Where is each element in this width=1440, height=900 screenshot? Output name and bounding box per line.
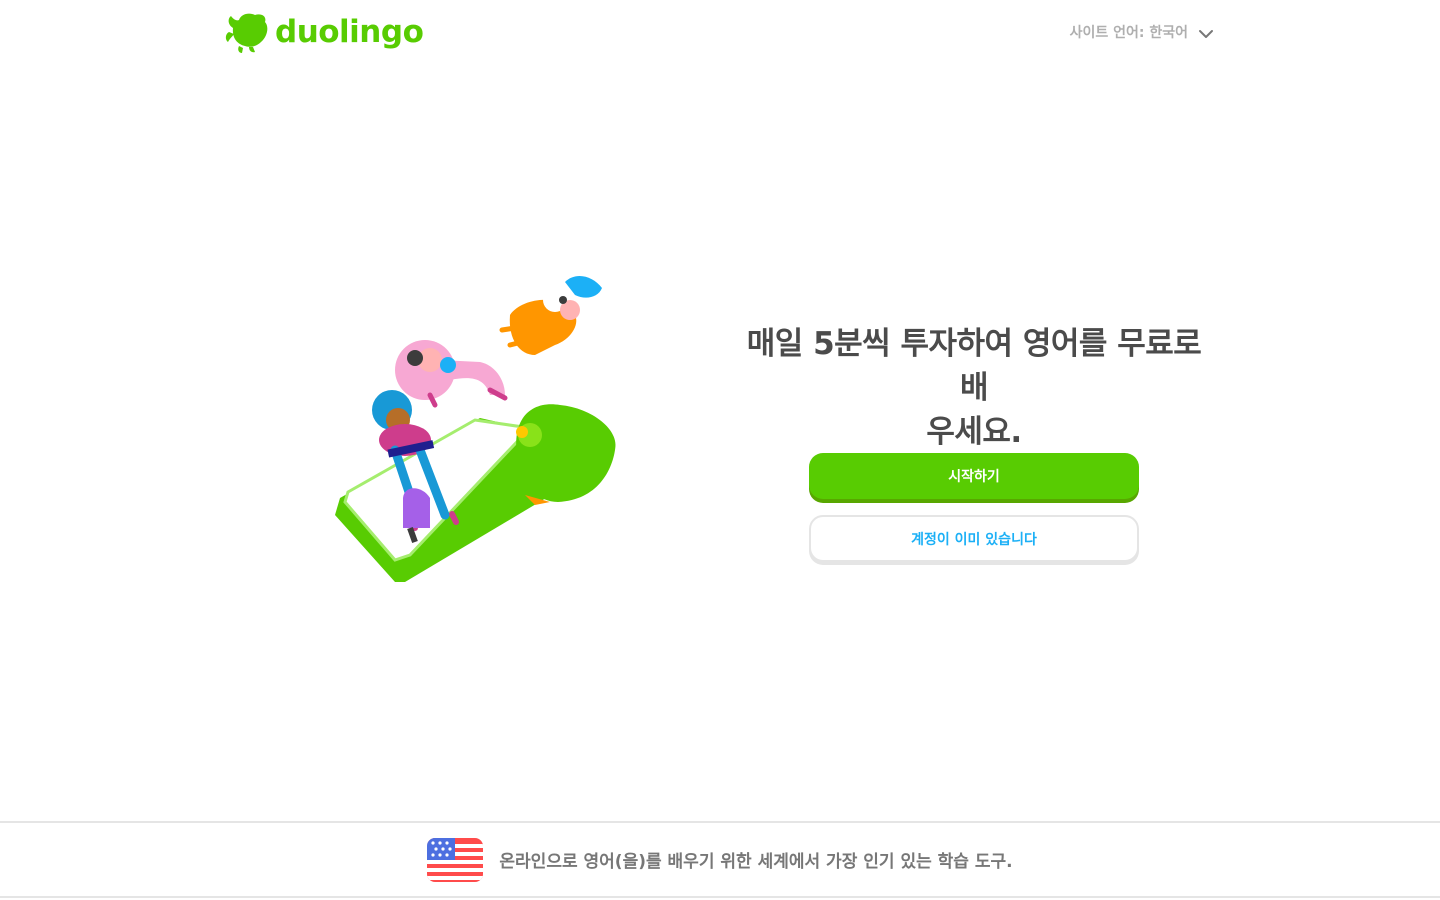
footer-banner: 온라인으로 영어(을)를 배우기 위한 세계에서 가장 인기 있는 학습 도구. bbox=[0, 821, 1440, 898]
site-language-dropdown[interactable]: 사이트 언어: 한국어 bbox=[1070, 22, 1214, 42]
us-flag-icon bbox=[427, 837, 484, 882]
hero-panel: 매일 5분씩 투자하여 영어를 무료로 배 우세요. bbox=[730, 322, 1218, 454]
duolingo-logo[interactable]: duolingo bbox=[225, 10, 424, 54]
hero-headline: 매일 5분씩 투자하여 영어를 무료로 배 우세요. bbox=[730, 322, 1218, 454]
have-account-button[interactable]: 계정이 이미 있습니다 bbox=[809, 515, 1139, 562]
headline-line-2: 우세요. bbox=[926, 414, 1022, 450]
footer-tagline: 온라인으로 영어(을)를 배우기 위한 세계에서 가장 인기 있는 학습 도구. bbox=[499, 852, 1013, 872]
top-header: duolingo 사이트 언어: 한국어 bbox=[0, 0, 1440, 70]
duo-owl-icon bbox=[225, 13, 268, 53]
get-started-button[interactable]: 시작하기 bbox=[809, 453, 1139, 499]
headline-line-1: 매일 5분씩 투자하여 영어를 무료로 배 bbox=[746, 326, 1202, 406]
duo-character bbox=[516, 404, 616, 502]
chevron-down-icon bbox=[1199, 30, 1213, 38]
hero-illustration bbox=[335, 276, 616, 582]
logo-wordmark: duolingo bbox=[275, 13, 424, 50]
site-language-label: 사이트 언어: 한국어 bbox=[1069, 25, 1188, 41]
